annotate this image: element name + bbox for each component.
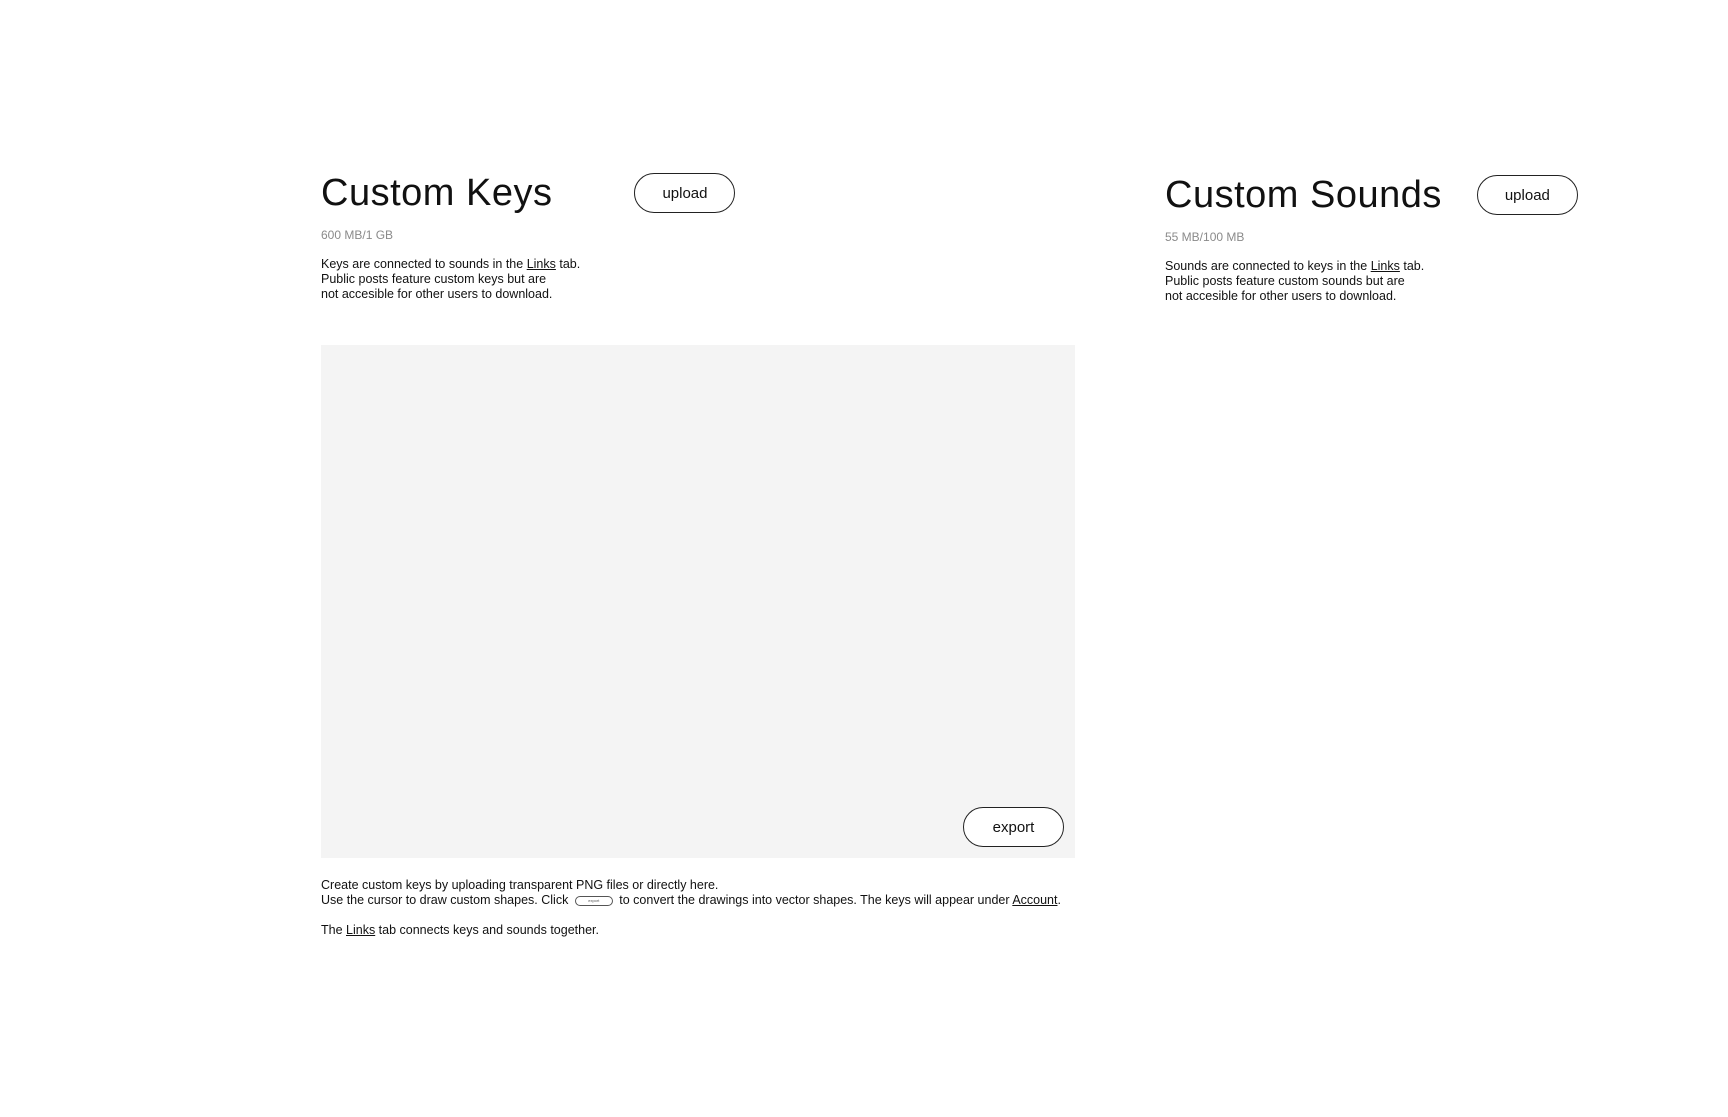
account-link[interactable]: Account: [1012, 893, 1057, 907]
instructions-text-mid: to convert the drawings into vector shap…: [615, 893, 1013, 907]
keys-desc-line-3: not accesible for other users to downloa…: [321, 287, 553, 301]
keys-desc-line-2: Public posts feature custom keys but are: [321, 272, 547, 286]
instructions-text: Use the cursor to draw custom shapes. Cl…: [321, 893, 572, 907]
sounds-desc-line-1: Sounds are connected to keys in the Link…: [1165, 259, 1625, 274]
keys-desc-line-1: Keys are connected to sounds in the Link…: [321, 257, 1101, 272]
sounds-links-tab-link[interactable]: Links: [1371, 259, 1400, 273]
custom-sounds-section: Custom Sounds upload 55 MB/100 MB Sounds…: [1165, 172, 1625, 304]
instructions-line-3: The Links tab connects keys and sounds t…: [321, 923, 1061, 938]
keys-upload-button[interactable]: upload: [634, 173, 736, 213]
sounds-storage-usage: 55 MB/100 MB: [1165, 230, 1245, 244]
sounds-desc-text-end: tab.: [1399, 259, 1425, 273]
keys-description: Keys are connected to sounds in the Link…: [321, 257, 1101, 302]
sounds-title: Custom Sounds: [1165, 174, 1442, 216]
instructions-links-post: tab connects keys and sounds together.: [375, 923, 599, 937]
instructions-links-pre: The: [321, 923, 347, 937]
drawing-canvas[interactable]: export: [321, 345, 1075, 858]
instructions-spacer: [321, 908, 1061, 923]
keys-desc-text: Keys are connected to sounds in the: [321, 257, 527, 271]
instructions-line-1: Create custom keys by uploading transpar…: [321, 878, 719, 892]
custom-keys-section: Custom Keys upload 600 MB/1 GB Keys are …: [321, 170, 1101, 302]
canvas-instructions: Create custom keys by uploading transpar…: [321, 878, 1061, 938]
instructions-text-end: .: [1057, 893, 1061, 907]
export-button[interactable]: export: [963, 807, 1064, 847]
sounds-desc-text: Sounds are connected to keys in the: [1165, 259, 1371, 273]
instructions-line-2: Use the cursor to draw custom shapes. Cl…: [321, 893, 1061, 908]
keys-title: Custom Keys: [321, 172, 553, 214]
keys-desc-text-end: tab.: [555, 257, 581, 271]
sounds-upload-button[interactable]: upload: [1476, 175, 1578, 215]
sounds-description: Sounds are connected to keys in the Link…: [1165, 259, 1625, 304]
keys-header: Custom Keys upload: [321, 170, 1101, 216]
sounds-desc-line-3: not accesible for other users to downloa…: [1165, 289, 1397, 303]
keys-links-tab-link[interactable]: Links: [527, 257, 556, 271]
inline-export-button-icon: export: [574, 895, 613, 906]
keys-storage-usage: 600 MB/1 GB: [321, 228, 394, 242]
sounds-header: Custom Sounds upload: [1165, 172, 1625, 218]
instructions-links-tab-link[interactable]: Links: [346, 923, 375, 937]
sounds-desc-line-2: Public posts feature custom sounds but a…: [1165, 274, 1405, 288]
